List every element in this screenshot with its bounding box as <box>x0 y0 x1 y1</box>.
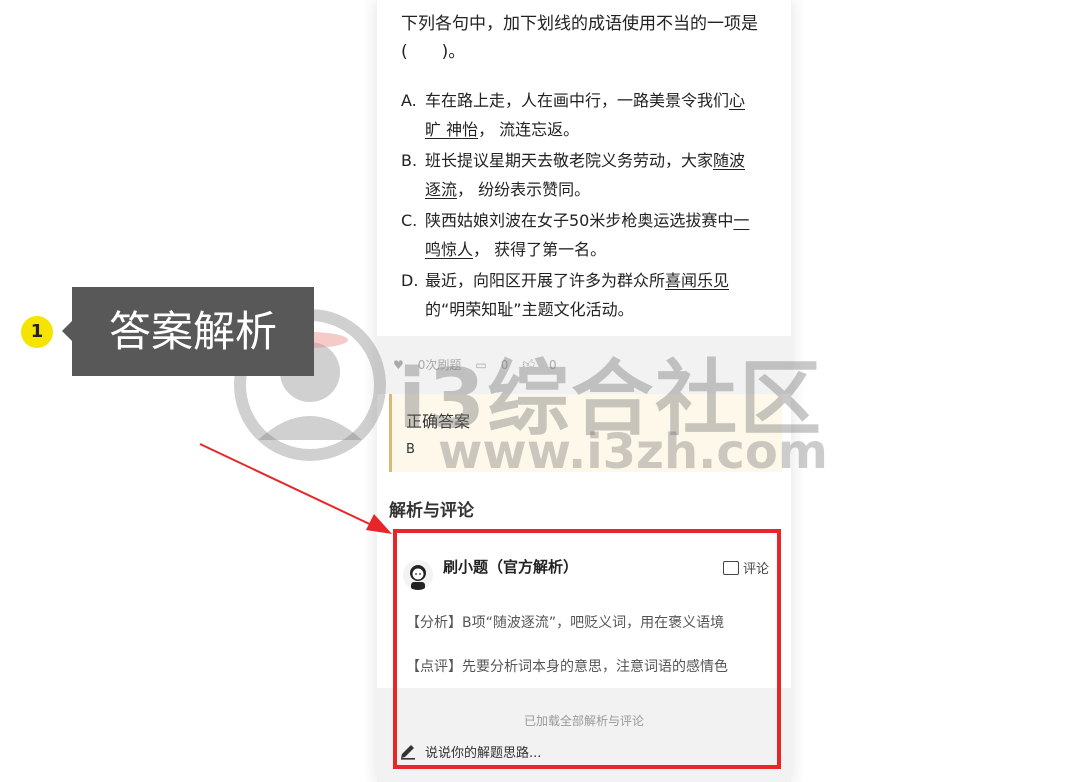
option-key: A. <box>401 91 417 110</box>
option-c[interactable]: C. 陕西姑娘刘波在女子50米步枪奥运选拔赛中一鸣惊人， 获得了第一名。 <box>401 206 761 264</box>
option-text: 陕西姑娘刘波在女子50米步枪奥运选拔赛中 <box>425 211 734 230</box>
comment-icon[interactable]: ▭ <box>475 358 486 372</box>
thumbs-up-icon[interactable]: 👍︎ <box>522 357 535 372</box>
question-stem: 下列各句中，加下划线的成语使用不当的一项是( )。 <box>401 14 758 62</box>
callout-label: 答案解析 <box>72 287 314 376</box>
options-list: A. 车在路上走，人在画中行，一路美景令我们心旷 神怡， 流连忘返。 B. 班长… <box>401 86 761 326</box>
option-text-after: ， 流连忘返。 <box>478 120 580 139</box>
option-text: 车在路上走，人在画中行，一路美景令我们 <box>425 91 730 110</box>
correct-answer-box: 正确答案 B <box>389 394 782 472</box>
option-text-after: 的“明荣知耻”主题文化活动。 <box>425 300 634 319</box>
callout-pointer <box>62 321 72 341</box>
analysis-section-title: 解析与评论 <box>389 501 474 521</box>
answer-value: B <box>406 442 415 457</box>
comment-count: 0 <box>500 357 509 372</box>
option-key: D. <box>401 271 419 290</box>
option-d[interactable]: D. 最近，向阳区开展了许多为群众所喜闻乐见的“明荣知耻”主题文化活动。 <box>401 266 761 324</box>
underlined-idiom: 喜闻乐见 <box>665 271 730 290</box>
heart-icon: ♥ <box>393 357 404 372</box>
option-key: B. <box>401 151 418 170</box>
option-text-after: ， 获得了第一名。 <box>473 240 607 259</box>
answer-title: 正确答案 <box>406 412 471 431</box>
option-text-after: ， 纷纷表示赞同。 <box>457 180 591 199</box>
option-key: C. <box>401 211 418 230</box>
highlight-frame <box>393 529 781 769</box>
option-b[interactable]: B. 班长提议星期天去敬老院义务劳动，大家随波逐流， 纷纷表示赞同。 <box>401 146 761 204</box>
option-text: 最近，向阳区开展了许多为群众所 <box>425 271 666 290</box>
stats-bar: ♥ 0次刷题 ▭ 0 👍︎ 0 <box>393 356 557 373</box>
practice-count: 0次刷题 <box>417 358 462 372</box>
like-count: 0 <box>548 357 557 372</box>
step-number-badge: 1 <box>21 316 53 348</box>
option-a[interactable]: A. 车在路上走，人在画中行，一路美景令我们心旷 神怡， 流连忘返。 <box>401 86 761 144</box>
option-text: 班长提议星期天去敬老院义务劳动，大家 <box>425 151 714 170</box>
